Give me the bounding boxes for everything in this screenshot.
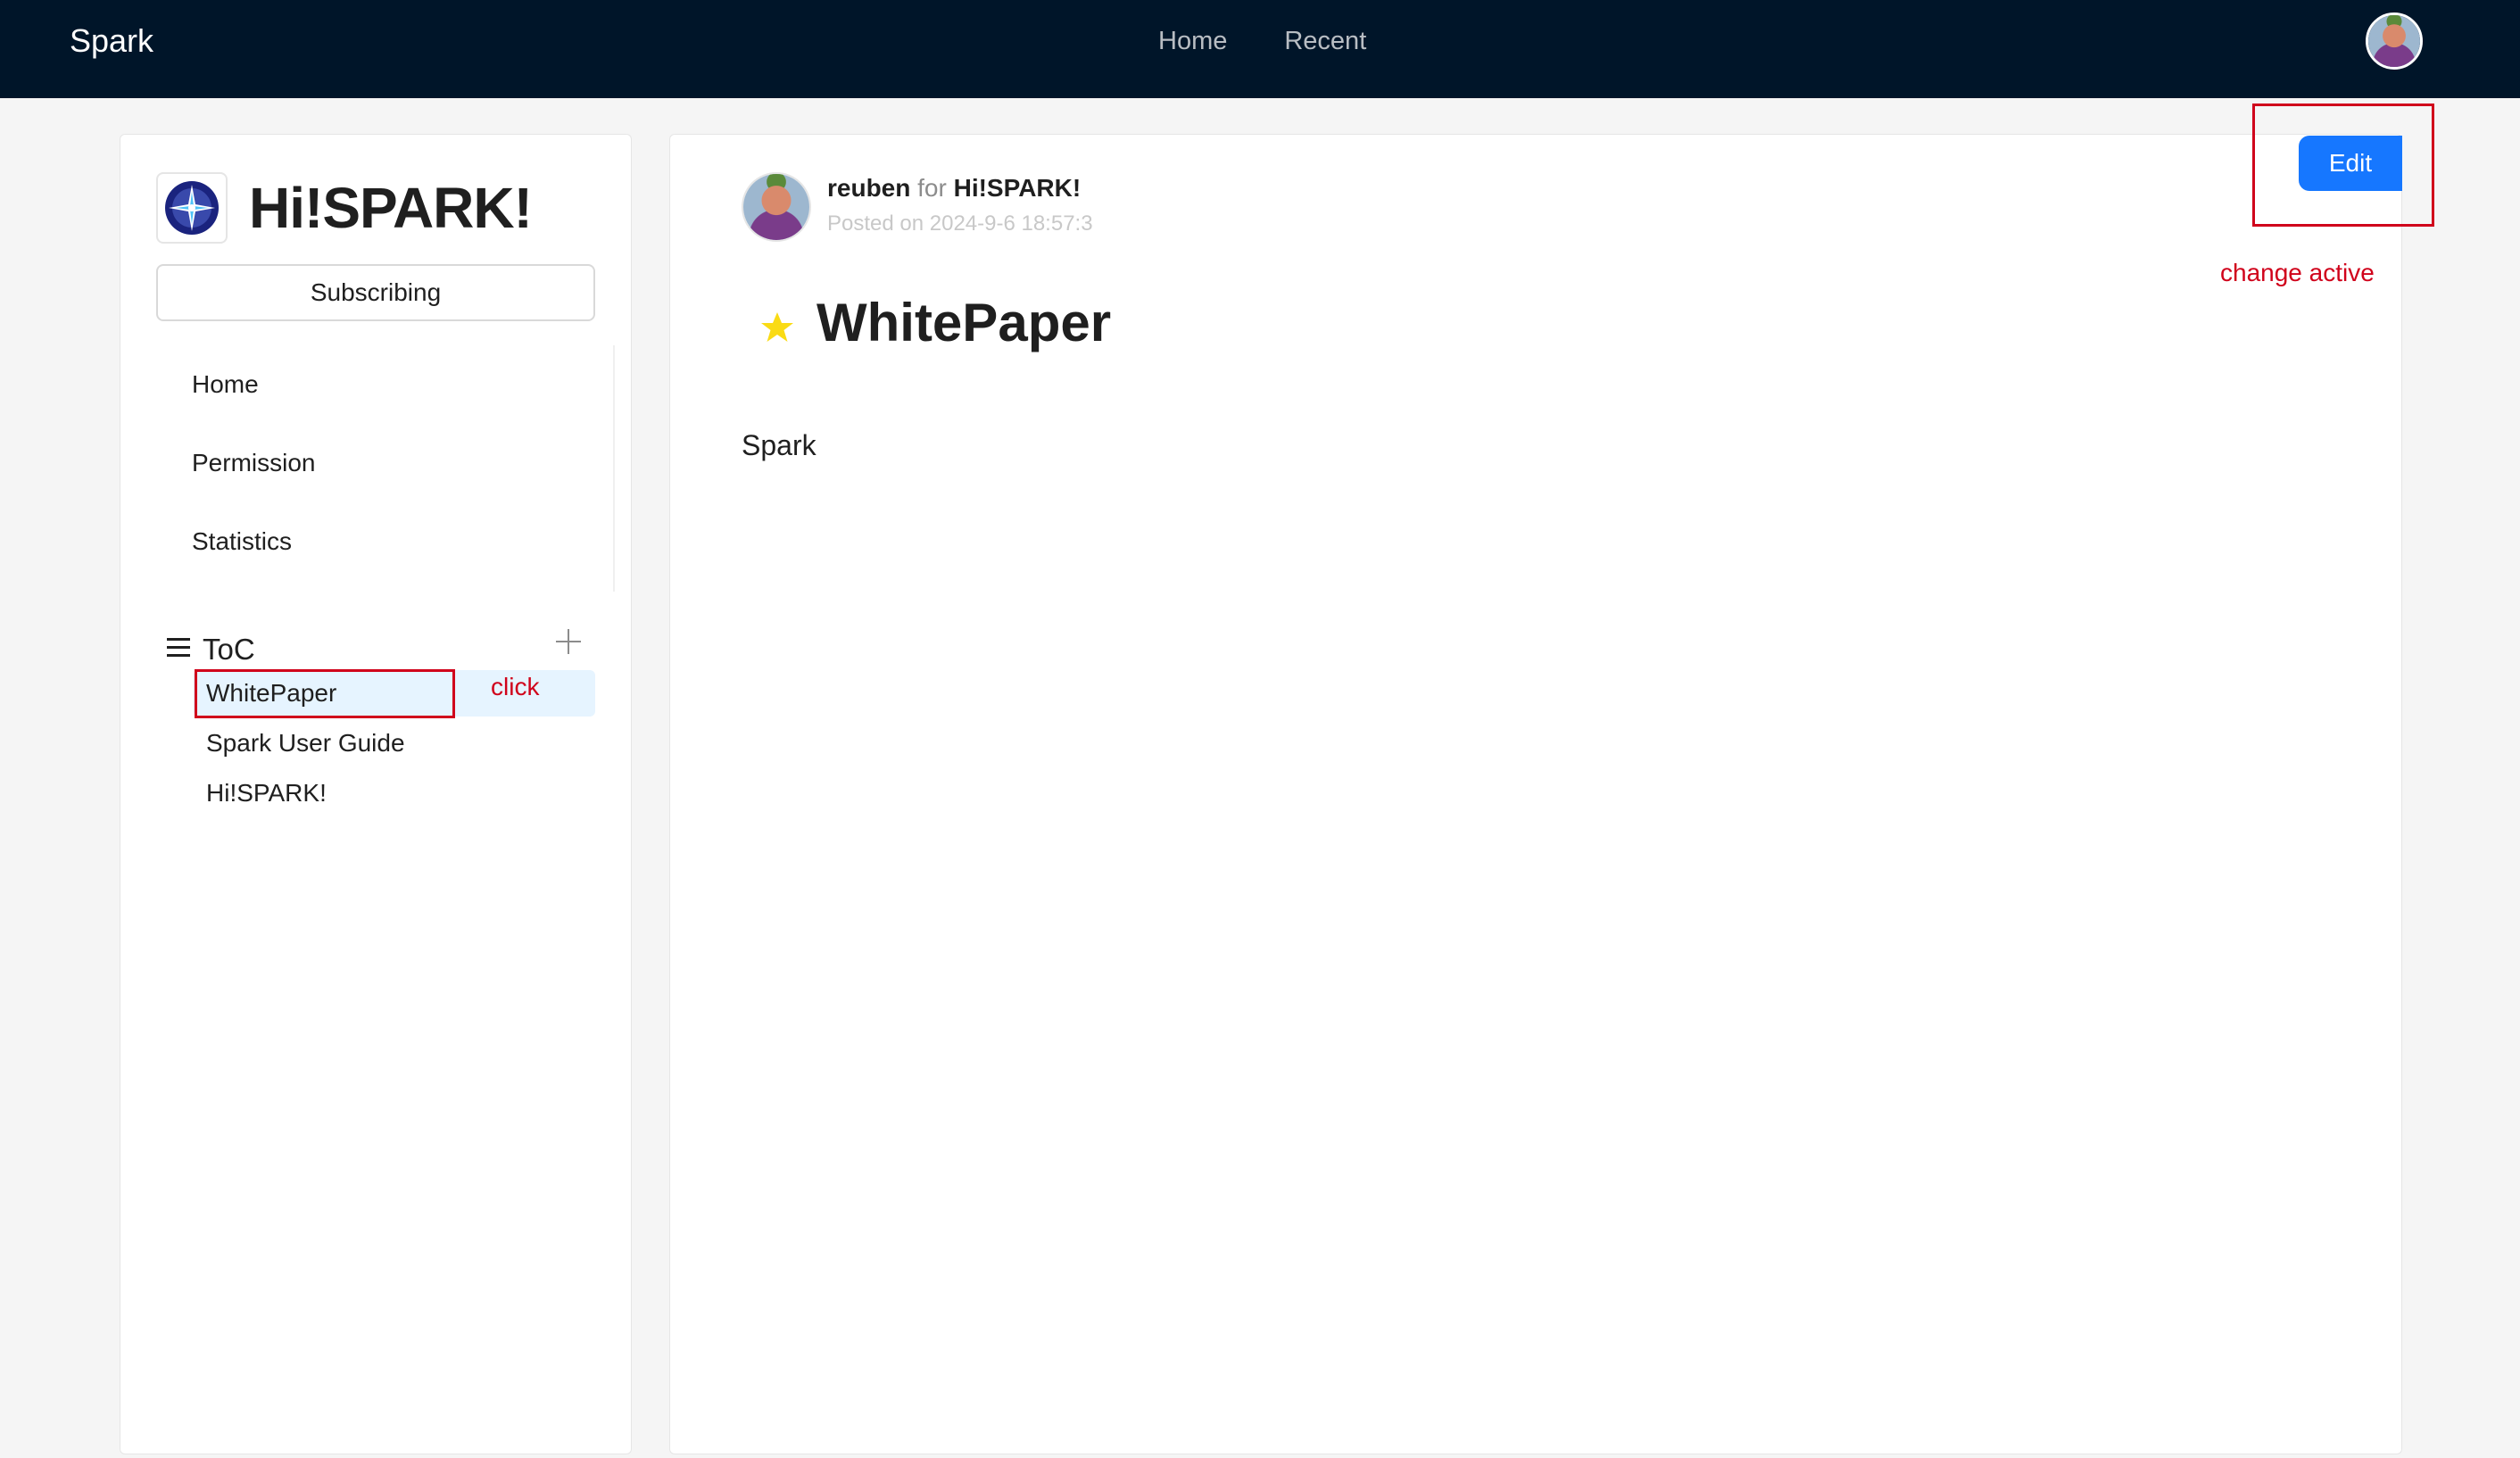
author-line: reuben for Hi!SPARK! xyxy=(827,174,1081,203)
toc-title: ToC xyxy=(203,633,255,666)
menu-item-permission[interactable]: Permission xyxy=(120,424,613,502)
author-name[interactable]: reuben xyxy=(827,174,910,202)
user-avatar[interactable] xyxy=(2366,12,2423,70)
list-icon xyxy=(167,638,190,658)
star-icon[interactable] xyxy=(759,310,795,345)
space-logo-icon xyxy=(156,172,228,244)
author-avatar[interactable] xyxy=(742,172,811,242)
avatar-image xyxy=(2368,15,2420,67)
nav-recent-link[interactable]: Recent xyxy=(1284,23,1366,59)
toc-item-spark-user-guide[interactable]: Spark User Guide xyxy=(194,720,595,766)
space-link[interactable]: Hi!SPARK! xyxy=(954,174,1082,202)
subscribing-button[interactable]: Subscribing xyxy=(156,264,595,321)
doc-title-row: WhitePaper xyxy=(759,292,1111,353)
annotation-box-whitepaper xyxy=(195,669,455,718)
avatar-image xyxy=(743,174,809,240)
document-panel: reuben for Hi!SPARK! Posted on 2024-9-6 … xyxy=(669,134,2402,1454)
space-sidebar: Hi!SPARK! Subscribing Home Permission St… xyxy=(120,134,632,1454)
add-doc-icon[interactable] xyxy=(554,627,583,656)
menu-item-statistics[interactable]: Statistics xyxy=(120,502,613,581)
toc-item-hispark[interactable]: Hi!SPARK! xyxy=(194,770,595,816)
annotation-box-edit xyxy=(2252,104,2434,227)
space-header: Hi!SPARK! xyxy=(156,172,533,244)
brand-logo[interactable]: Spark xyxy=(70,20,153,62)
space-menu: Home Permission Statistics xyxy=(120,345,615,592)
top-navbar: Spark Home Recent xyxy=(0,0,2520,98)
top-nav: Home Recent xyxy=(1158,23,1366,59)
toc-header: ToC xyxy=(167,627,595,670)
annotation-click: click xyxy=(491,673,540,700)
doc-title: WhitePaper xyxy=(817,293,1112,352)
nav-home-link[interactable]: Home xyxy=(1158,23,1227,59)
space-title: Hi!SPARK! xyxy=(249,176,533,240)
doc-content: Spark xyxy=(742,429,817,461)
menu-item-home[interactable]: Home xyxy=(120,345,613,424)
posted-timestamp: Posted on 2024-9-6 18:57:3 xyxy=(827,211,1093,236)
for-word: for xyxy=(917,174,947,202)
annotation-change-active: change active xyxy=(2220,259,2375,286)
